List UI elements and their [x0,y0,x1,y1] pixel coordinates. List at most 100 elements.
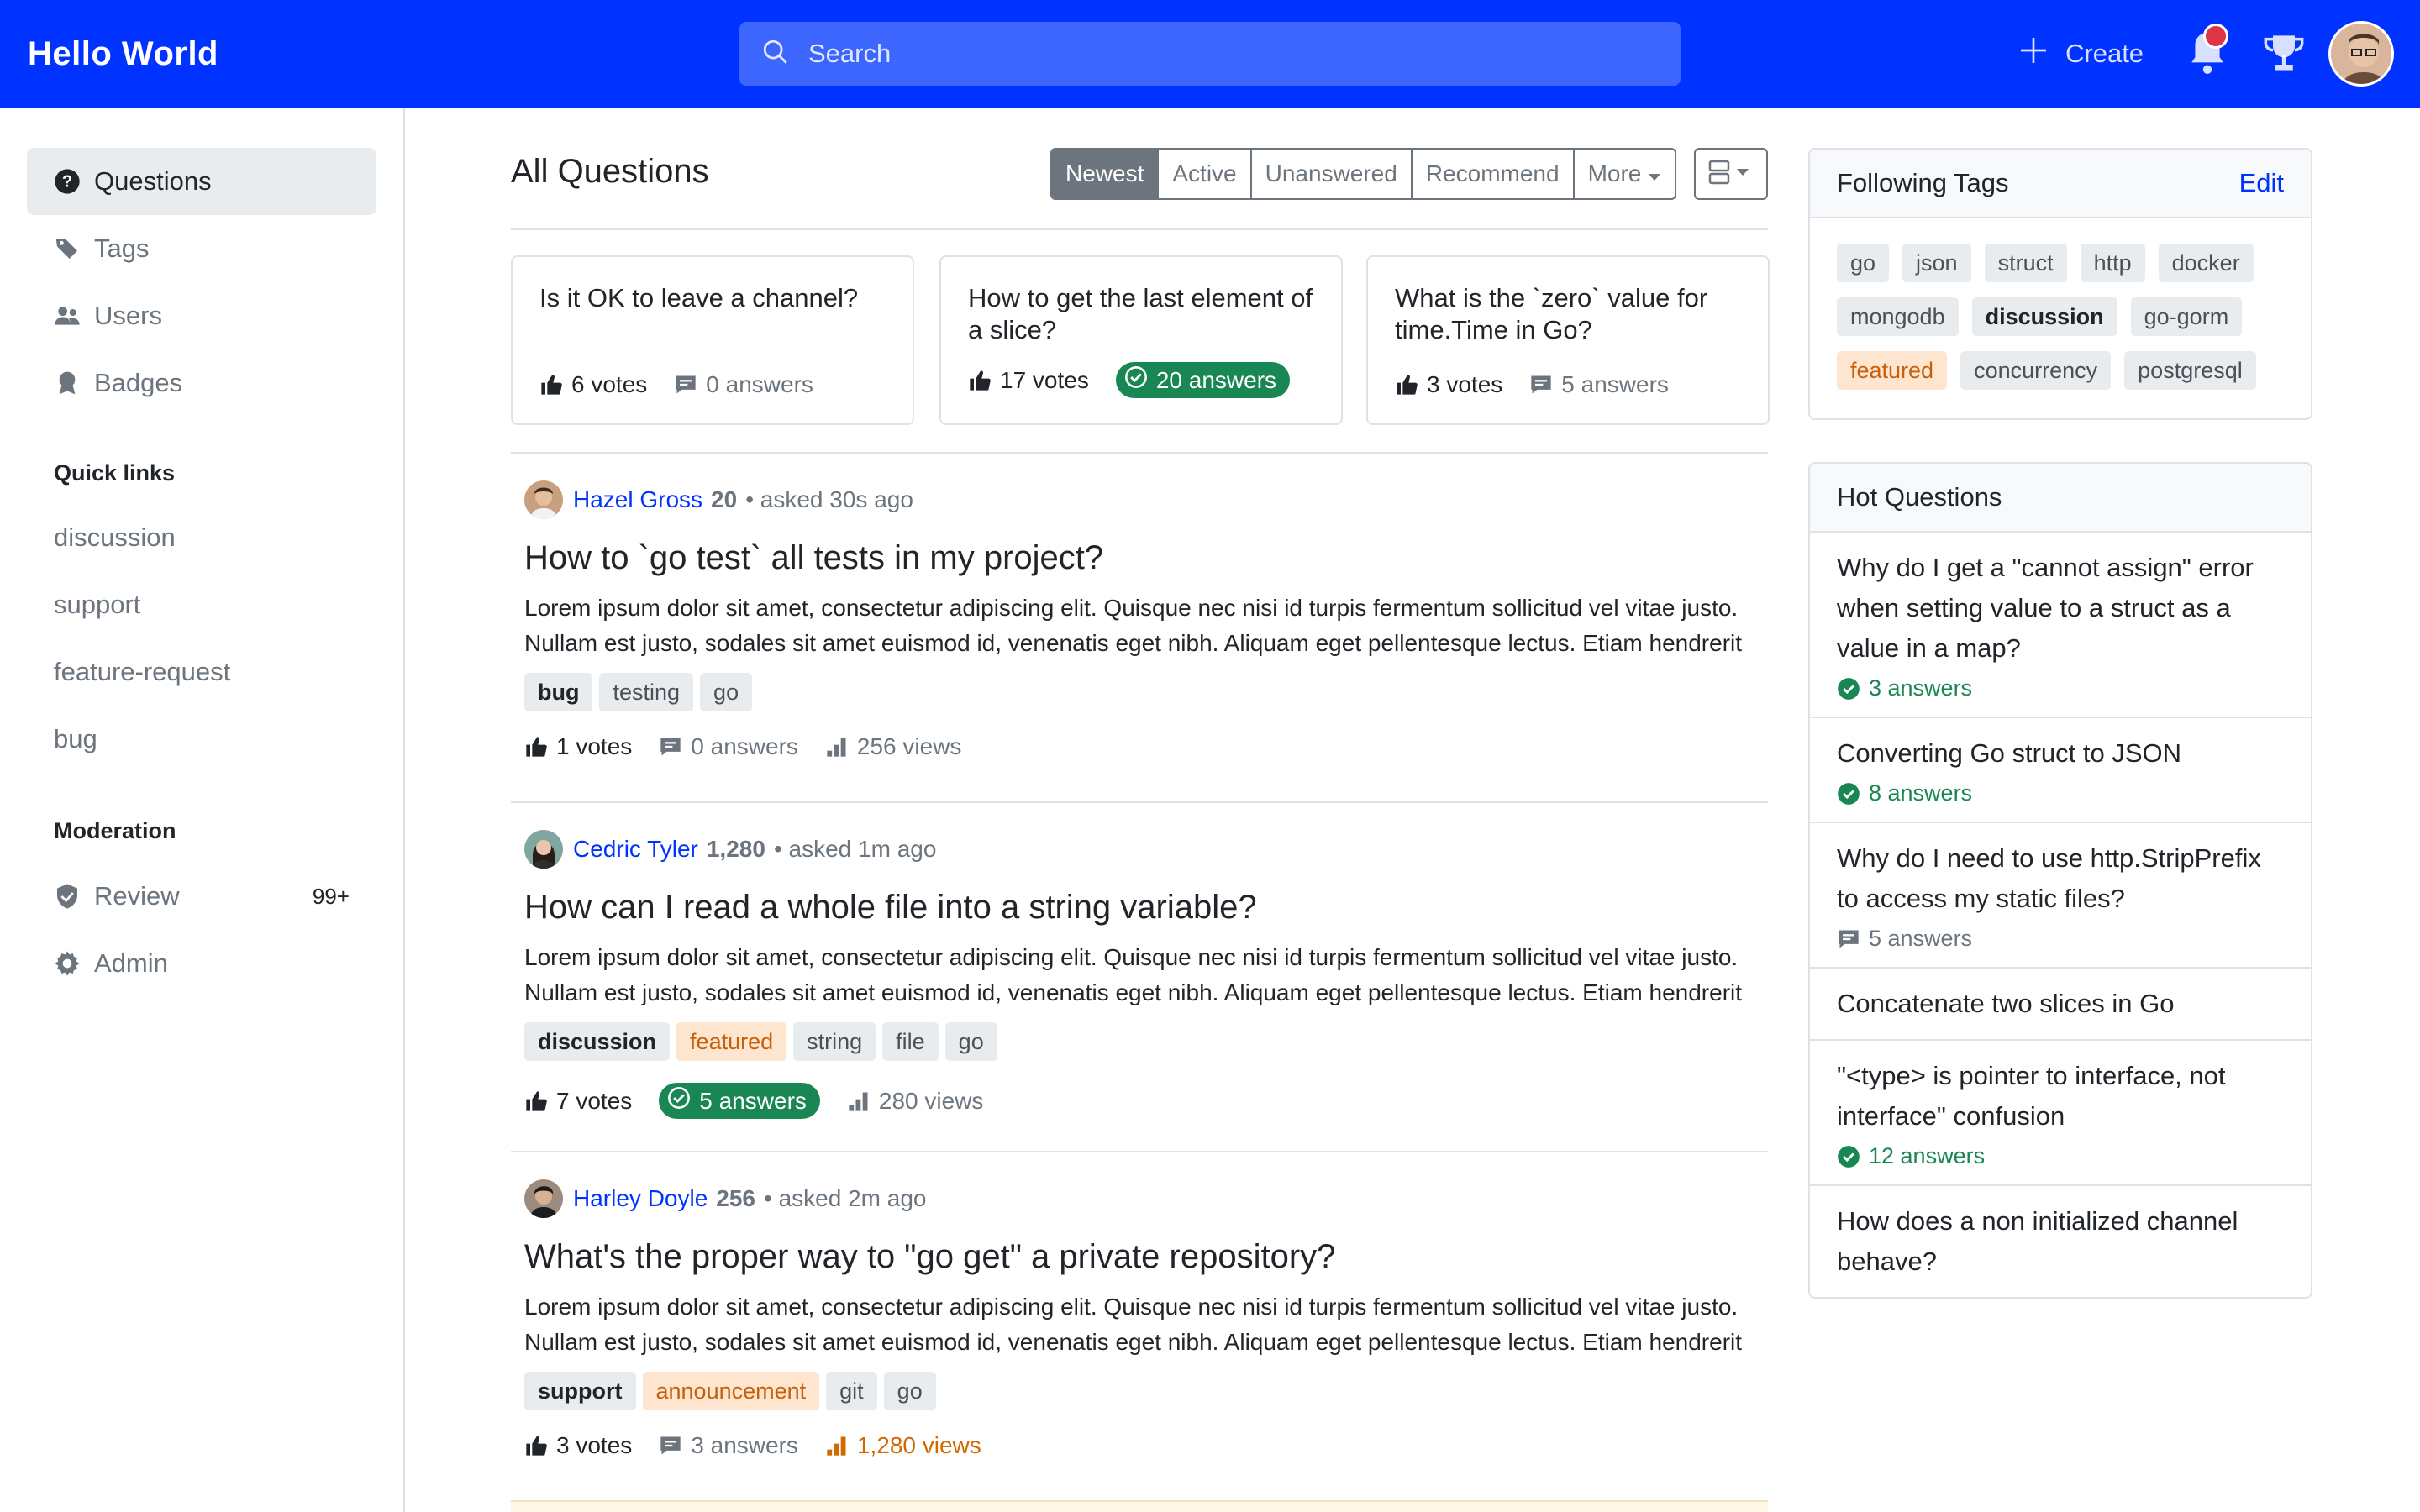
filter-more-dropdown[interactable]: More [1575,150,1676,198]
tag-json[interactable]: json [1902,244,1971,282]
panel-header: Hot Questions [1810,464,2311,533]
hot-question-item[interactable]: Concatenate two slices in Go [1810,969,2311,1041]
author-name[interactable]: Cedric Tyler [573,836,698,863]
featured-question-card[interactable]: What is the `zero` value for time.Time i… [1366,255,1770,425]
hot-question-title[interactable]: Converting Go struct to JSON [1837,733,2284,774]
excerpt-line: Nullam est justo, sodales sit amet euism… [524,1329,1743,1355]
sidebar-item-review[interactable]: Review 99+ [27,863,376,930]
tag-featured[interactable]: featured [676,1022,787,1061]
hot-question-item[interactable]: Converting Go struct to JSON 8 answers [1810,718,2311,823]
sidebar-item-users[interactable]: Users [27,282,376,349]
question-stats: 7 votes 5 answers 280 views [524,1083,1751,1119]
sidebar-item-tags[interactable]: Tags [27,215,376,282]
question-title[interactable]: What's the proper way to "go get" a priv… [524,1238,1751,1276]
tag-git[interactable]: git [826,1372,877,1410]
thumbs-up-icon [539,373,563,396]
hot-question-title[interactable]: How does a non initialized channel behav… [1837,1201,2284,1282]
hot-question-item[interactable]: "<type> is pointer to interface, not int… [1810,1041,2311,1186]
filter-recommend[interactable]: Recommend [1413,150,1575,198]
notification-badge [2203,24,2228,49]
author-name[interactable]: Harley Doyle [573,1185,708,1212]
question-item: Cedric Tyler 1,280 • asked 1m ago How ca… [524,830,1751,1119]
search-input[interactable] [808,39,1649,69]
notifications-button[interactable] [2186,24,2228,79]
author-avatar[interactable] [524,1179,563,1218]
left-sidebar: ? Questions Tags Users Badges Quick link… [0,108,405,1512]
edit-tags-link[interactable]: Edit [2239,168,2284,198]
search-box[interactable] [739,22,1681,86]
tag-mongodb[interactable]: mongodb [1837,297,1959,336]
hot-question-title[interactable]: Why do I need to use http.StripPrefix to… [1837,838,2284,919]
tag-go-gorm[interactable]: go-gorm [2130,297,2243,336]
panel-title: Hot Questions [1837,482,2002,512]
check-circle-icon [1124,365,1148,395]
chat-icon [674,373,697,396]
tag-testing[interactable]: testing [599,673,694,711]
tag-announcement[interactable]: announcement [642,1372,820,1410]
hot-question-answers: 5 answers [1837,926,2284,952]
sidebar-item-badges[interactable]: Badges [27,349,376,417]
quick-link-discussion[interactable]: discussion [54,522,176,553]
quick-link-bug[interactable]: bug [54,724,97,754]
tag-go[interactable]: go [944,1022,997,1061]
tag-docker[interactable]: docker [2158,244,2254,282]
votes-label: 7 votes [556,1087,633,1114]
card-title[interactable]: How to get the last element of a slice? [968,282,1314,346]
tag-http[interactable]: http [2080,244,2145,282]
card-title[interactable]: Is it OK to leave a channel? [539,282,886,346]
quick-link-support[interactable]: support [54,590,140,620]
tag-go[interactable]: go [700,673,753,711]
sidebar-item-questions[interactable]: ? Questions [27,148,376,215]
tag-struct[interactable]: struct [1984,244,2067,282]
hot-question-title[interactable]: "<type> is pointer to interface, not int… [1837,1056,2284,1137]
card-title[interactable]: What is the `zero` value for time.Time i… [1395,282,1741,346]
author-avatar[interactable] [524,830,563,869]
tag-discussion[interactable]: discussion [1971,297,2118,336]
user-avatar[interactable] [2328,21,2394,87]
question-time: • asked 1m ago [773,836,937,862]
trophy-icon [2262,35,2306,79]
hot-question-item[interactable]: How does a non initialized channel behav… [1810,1186,2311,1297]
featured-question-card[interactable]: How to get the last element of a slice? … [939,255,1343,425]
tag-go[interactable]: go [1837,244,1890,282]
question-title[interactable]: How can I read a whole file into a strin… [524,889,1751,927]
author-name[interactable]: Hazel Gross [573,486,702,513]
tag-support[interactable]: support [524,1372,636,1410]
hot-question-item[interactable]: Why do I get a "cannot assign" error whe… [1810,533,2311,718]
tag-discussion[interactable]: discussion [524,1022,671,1061]
question-tags: support announcement git go [524,1372,1751,1410]
tag-concurrency[interactable]: concurrency [1960,351,2112,390]
view-mode-button[interactable] [1694,148,1768,200]
sidebar-item-label: Admin [94,948,168,978]
author-avatar[interactable] [524,480,563,519]
filter-active[interactable]: Active [1159,150,1252,198]
filter-unanswered[interactable]: Unanswered [1252,150,1413,198]
tag-bug[interactable]: bug [524,673,593,711]
create-button[interactable]: Create [2017,0,2144,108]
views-stat: 280 views [847,1088,983,1115]
quick-link-feature-request[interactable]: feature-request [54,657,230,687]
featured-question-card[interactable]: Is it OK to leave a channel? 6 votes 0 a… [511,255,914,425]
tag-featured[interactable]: featured [1837,351,1948,390]
excerpt-line: Nullam est justo, sodales sit amet euism… [524,630,1743,656]
card-meta: 6 votes 0 answers [539,371,813,398]
accepted-answers-badge: 20 answers [1115,362,1291,398]
views-stat: 1,280 views [825,1432,981,1459]
question-time: • asked 2m ago [764,1185,927,1211]
hot-question-item[interactable]: Why do I need to use http.StripPrefix to… [1810,823,2311,969]
tag-postgresql[interactable]: postgresql [2124,351,2256,390]
question-title[interactable]: How to `go test` all tests in my project… [524,539,1751,577]
hot-question-title[interactable]: Why do I get a "cannot assign" error whe… [1837,548,2284,669]
question-author-line: Cedric Tyler 1,280 • asked 1m ago [524,830,1751,869]
question-tags: discussion featured string file go [524,1022,1751,1061]
author-reputation: 20 [711,486,738,512]
tag-go[interactable]: go [883,1372,936,1410]
hot-question-title[interactable]: Concatenate two slices in Go [1837,984,2284,1024]
achievements-button[interactable] [2262,32,2306,76]
sidebar-item-admin[interactable]: Admin [27,930,376,997]
filter-newest[interactable]: Newest [1052,150,1160,198]
brand-logo[interactable]: Hello World [28,0,218,108]
question-excerpt: Lorem ipsum dolor sit amet, consectetur … [524,591,1751,661]
tag-file[interactable]: file [882,1022,939,1061]
tag-string[interactable]: string [793,1022,876,1061]
